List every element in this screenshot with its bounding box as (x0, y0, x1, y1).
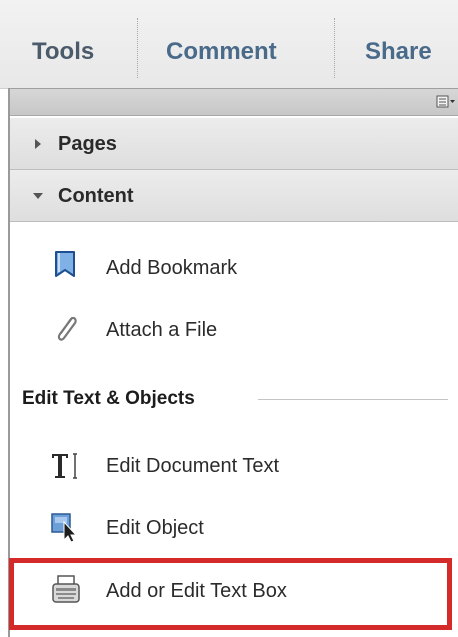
edit-object-icon (51, 513, 78, 543)
section-content[interactable]: Content (10, 170, 458, 222)
add-bookmark-item[interactable]: Add Bookmark (10, 240, 458, 296)
section-content-label: Content (58, 185, 134, 207)
edit-object-item[interactable]: Edit Object (10, 500, 458, 556)
edit-text-objects-heading: Edit Text & Objects (22, 388, 195, 409)
text-cursor-icon (52, 453, 77, 479)
expand-arrow-icon (35, 139, 41, 149)
tool-tab-bar: Tools Comment Share (0, 0, 458, 89)
collapse-arrow-icon (33, 193, 43, 199)
panel-toolbar (8, 88, 458, 116)
edit-document-text-label: Edit Document Text (106, 455, 280, 477)
paperclip-icon (57, 316, 77, 341)
panel-options-menu-icon[interactable] (436, 94, 456, 110)
tab-separator (137, 18, 138, 78)
section-pages[interactable]: Pages (10, 118, 458, 170)
attach-file-item[interactable]: Attach a File (10, 302, 458, 358)
add-bookmark-label: Add Bookmark (106, 257, 238, 279)
edit-object-label: Edit Object (106, 517, 204, 539)
edit-document-text-item[interactable]: Edit Document Text (10, 438, 458, 494)
tab-tools[interactable]: Tools (32, 32, 94, 72)
attach-file-label: Attach a File (106, 319, 218, 341)
bookmark-icon (55, 251, 75, 277)
tab-share[interactable]: Share (365, 32, 432, 72)
group-divider (258, 399, 448, 400)
section-pages-label: Pages (58, 133, 117, 155)
tab-comment[interactable]: Comment (166, 32, 277, 72)
tab-separator (334, 18, 335, 78)
highlight-box (9, 558, 452, 630)
